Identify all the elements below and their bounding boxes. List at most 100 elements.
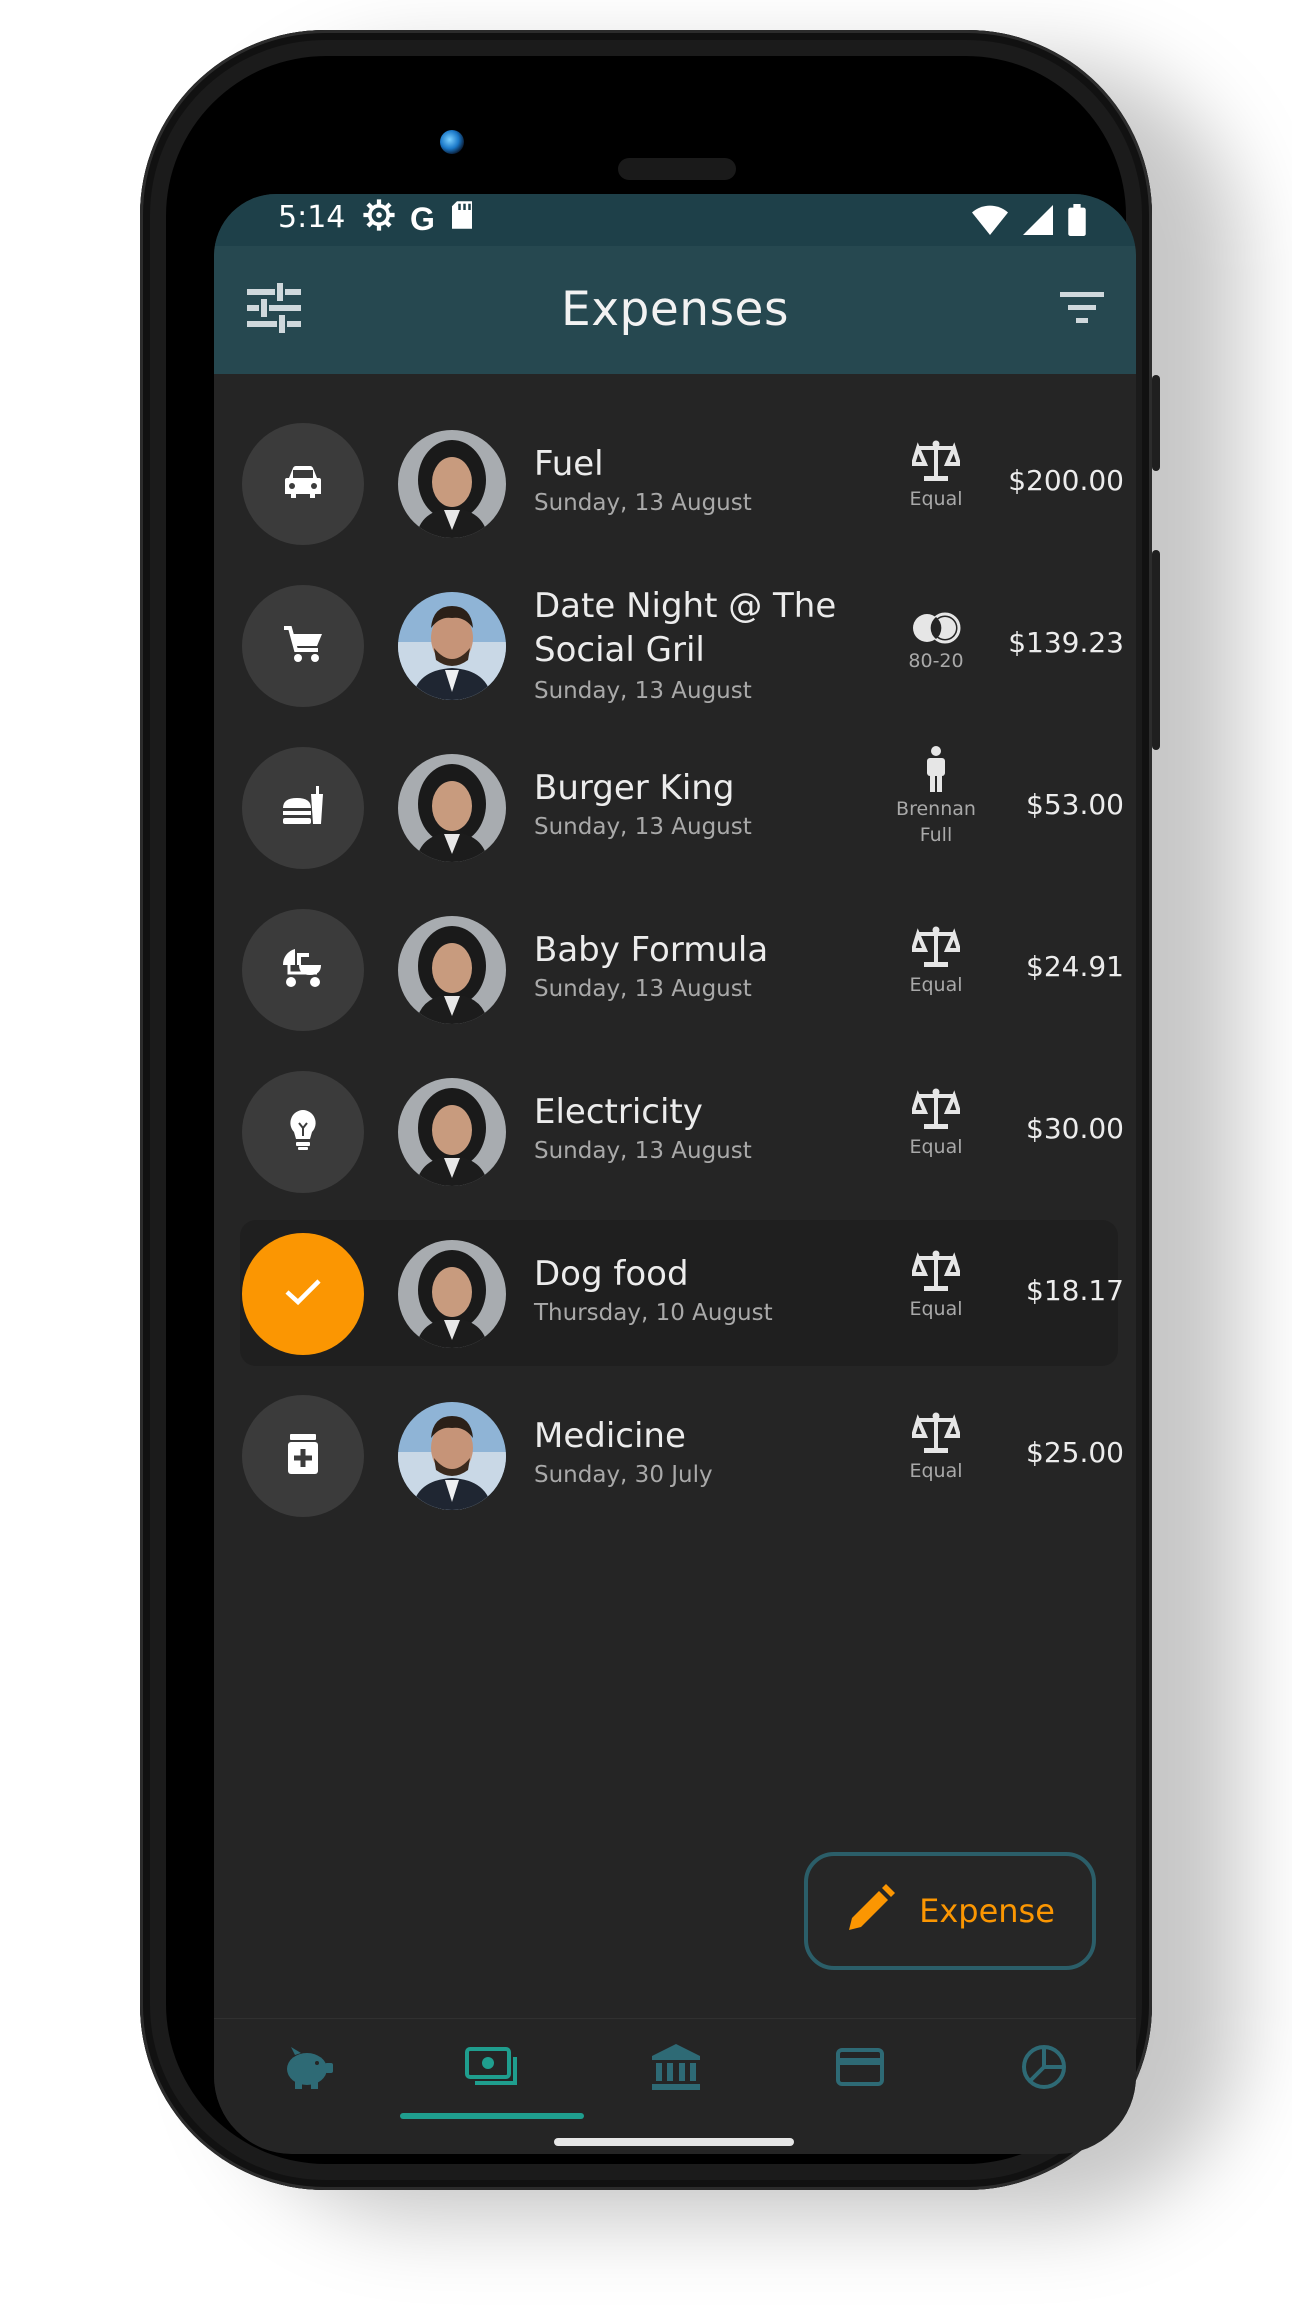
phone-bezel: 5:14 G Expenses Fuel Sunday, 13 August E… [166, 56, 1136, 2164]
split-info[interactable]: Equal [874, 1088, 998, 1160]
app-bar: Expenses [214, 246, 1136, 374]
expense-row[interactable]: Date Night @ The Social Gril Sunday, 13 … [214, 568, 1136, 718]
expense-date: Sunday, 30 July [534, 1462, 713, 1488]
category-button[interactable] [242, 747, 364, 869]
split-info[interactable]: 80-20 [874, 612, 998, 674]
expense-title: Date Night @ The Social Gril [534, 586, 837, 670]
avatar-woman [398, 430, 506, 538]
expense-title: Baby Formula [534, 930, 769, 970]
nav-item-cards[interactable] [768, 2019, 952, 2119]
sd-card-icon [449, 200, 475, 238]
filter-button[interactable] [1050, 278, 1114, 342]
expense-date: Sunday, 13 August [534, 1138, 752, 1164]
lightbulb-icon [288, 1109, 318, 1155]
expense-date: Sunday, 13 August [534, 490, 752, 516]
filter-icon [1060, 292, 1104, 328]
expense-date: Sunday, 13 August [534, 678, 752, 704]
nav-item-accounts[interactable] [584, 2019, 768, 2119]
front-camera-icon [440, 130, 464, 154]
split-info[interactable]: Equal [874, 1412, 998, 1484]
split-label: Brennan Full [896, 798, 976, 846]
check-icon [283, 1277, 323, 1311]
split-label: Equal [909, 1460, 963, 1482]
nav-item-budget[interactable] [216, 2019, 400, 2119]
expense-amount: $25.00 [1026, 1436, 1124, 1469]
scale-icon [874, 1412, 998, 1454]
app-screen: 5:14 G Expenses Fuel Sunday, 13 August E… [214, 194, 1136, 2154]
split-info[interactable]: Equal [874, 440, 998, 512]
avatar-woman [398, 754, 506, 862]
piggy-bank-icon [283, 2045, 333, 2093]
avatar-man [398, 592, 506, 700]
expense-title: Burger King [534, 768, 735, 808]
expense-row[interactable]: Baby Formula Sunday, 13 August Equal $24… [214, 892, 1136, 1042]
add-expense-button[interactable]: Expense [804, 1852, 1096, 1970]
money-icon [465, 2047, 519, 2091]
expense-title: Medicine [534, 1416, 686, 1456]
google-icon: G [410, 200, 435, 237]
gear-icon [362, 198, 396, 240]
scale-icon [874, 1088, 998, 1130]
scale-icon [874, 440, 998, 482]
expense-amount: $139.23 [1008, 626, 1124, 659]
split-label: Equal [909, 1136, 963, 1158]
category-button[interactable] [242, 585, 364, 707]
expense-amount: $24.91 [1026, 950, 1124, 983]
status-time: 5:14 [278, 200, 346, 235]
phone-frame: 5:14 G Expenses Fuel Sunday, 13 August E… [140, 30, 1160, 2190]
avatar-man [398, 1402, 506, 1510]
stroller-icon [281, 947, 325, 993]
nav-item-expenses[interactable] [400, 2019, 584, 2119]
category-button[interactable] [242, 1071, 364, 1193]
bank-icon [652, 2044, 700, 2094]
expense-row[interactable]: Fuel Sunday, 13 August Equal $200.00 [214, 406, 1136, 556]
expense-date: Thursday, 10 August [534, 1300, 773, 1326]
cart-icon [282, 624, 324, 668]
bottom-navigation [214, 2018, 1136, 2125]
active-tab-indicator [400, 2113, 584, 2119]
category-button[interactable] [242, 1395, 364, 1517]
split-info[interactable]: Equal [874, 926, 998, 998]
expense-amount: $200.00 [1008, 464, 1124, 497]
home-gesture-bar[interactable] [554, 2138, 794, 2146]
expense-amount: $53.00 [1026, 788, 1124, 821]
split-label: Equal [909, 488, 963, 510]
battery-icon [1068, 204, 1086, 244]
split-info[interactable]: Equal [874, 1250, 998, 1322]
expense-date: Sunday, 13 August [534, 976, 752, 1002]
person-icon [874, 746, 998, 792]
avatar-woman [398, 1078, 506, 1186]
fastfood-icon [281, 786, 325, 830]
split-label: Equal [909, 1298, 963, 1320]
expense-row[interactable]: Electricity Sunday, 13 August Equal $30.… [214, 1054, 1136, 1204]
expense-row-selected[interactable]: Dog food Thursday, 10 August Equal $18.1… [214, 1216, 1136, 1366]
overlap-circles-icon [874, 612, 998, 644]
expense-amount: $18.17 [1026, 1274, 1124, 1307]
expense-title: Electricity [534, 1092, 703, 1132]
split-label: 80-20 [908, 650, 964, 672]
expense-title: Fuel [534, 444, 604, 484]
expense-title: Dog food [534, 1254, 689, 1294]
expense-date: Sunday, 13 August [534, 814, 752, 840]
pie-chart-icon [1021, 2044, 1067, 2094]
split-label: Equal [909, 974, 963, 996]
volume-button [1152, 550, 1160, 750]
expense-row[interactable]: Burger King Sunday, 13 August Brennan Fu… [214, 730, 1136, 880]
expense-row[interactable]: Medicine Sunday, 30 July Equal $25.00 [214, 1378, 1136, 1528]
category-button[interactable] [242, 1233, 364, 1355]
signal-icon [1022, 205, 1054, 243]
earpiece-speaker [618, 158, 736, 180]
power-button [1152, 375, 1160, 471]
fab-label: Expense [919, 1892, 1055, 1930]
pencil-icon [845, 1884, 896, 1938]
credit-card-icon [836, 2048, 884, 2090]
scale-icon [874, 1250, 998, 1292]
category-button[interactable] [242, 909, 364, 1031]
split-info[interactable]: Brennan Full [874, 746, 998, 848]
medicine-icon [287, 1434, 319, 1478]
page-title: Expenses [561, 282, 789, 337]
category-button[interactable] [242, 423, 364, 545]
status-bar: 5:14 G [214, 194, 1136, 246]
nav-item-reports[interactable] [952, 2019, 1136, 2119]
wifi-icon [972, 205, 1008, 243]
